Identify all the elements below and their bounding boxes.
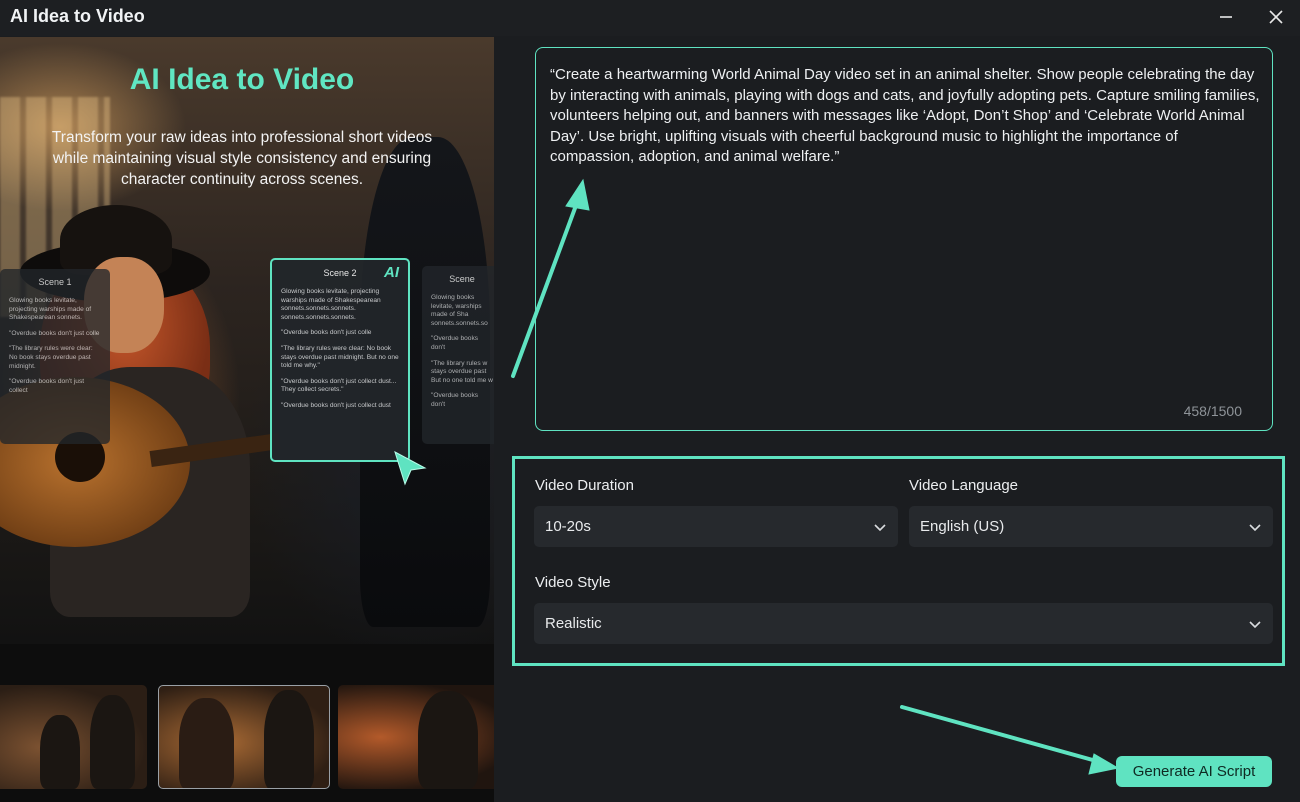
hero-panel: AI Idea to Video Transform your raw idea…: [0, 37, 494, 802]
scene-card-line: Glowing books levitate, projecting warsh…: [9, 297, 92, 322]
thumbnail-figure: [418, 691, 478, 789]
scene-card-header: Scene 2: [323, 268, 357, 278]
close-button[interactable]: [1261, 4, 1291, 30]
scene-card-line: "The library rules w stays overdue past …: [431, 359, 493, 384]
video-language-select[interactable]: English (US): [909, 506, 1273, 547]
scene-card-header: Scene 1: [38, 277, 72, 287]
thumbnail-figure: [179, 698, 234, 788]
window-title: AI Idea to Video: [10, 6, 145, 26]
thumbnail-figure: [90, 695, 135, 789]
minimize-button[interactable]: [1211, 4, 1241, 30]
scene-card-line: "Overdue books don't just collect: [9, 378, 85, 394]
thumbnail-2[interactable]: [158, 685, 330, 789]
scene-card-line: "The library rules were clear: No book s…: [281, 344, 399, 370]
video-style-value: Realistic: [545, 615, 602, 632]
video-language-value: English (US): [920, 518, 1005, 535]
hero-subtitle: Transform your raw ideas into profession…: [51, 129, 433, 188]
scene-card-line: "Overdue books don't just collect dust..…: [281, 377, 397, 394]
video-language-label: Video Language: [909, 477, 1018, 494]
scene-card-line: "The library rules were clear: No book s…: [9, 345, 93, 370]
title-bar: AI Idea to Video: [0, 0, 1300, 36]
video-duration-select[interactable]: 10-20s: [534, 506, 898, 547]
scene-card-line: Glowing books levitate, warships made of…: [431, 294, 488, 327]
thumbnail-strip: [0, 685, 494, 789]
close-icon: [1269, 10, 1283, 24]
scene-card-3: Scene Glowing books levitate, warships m…: [422, 266, 494, 444]
scene-card-1: Scene 1 Glowing books levitate, projecti…: [0, 269, 110, 444]
idea-prompt-textarea[interactable]: “Create a heartwarming World Animal Day …: [535, 47, 1273, 431]
video-duration-value: 10-20s: [545, 518, 591, 535]
video-style-label: Video Style: [535, 574, 611, 591]
scene-card-header: Scene: [449, 274, 475, 284]
character-count: 458/1500: [1183, 403, 1242, 419]
scene-card-line: "Overdue books don't just collect dust: [281, 401, 391, 409]
scene-card-line: Glowing books levitate, projecting warsh…: [281, 288, 381, 321]
scene-card-line: "Overdue books don't: [431, 392, 479, 408]
generate-ai-script-button[interactable]: Generate AI Script: [1116, 756, 1272, 787]
thumbnail-figure: [264, 690, 314, 788]
scene-card-line: "Overdue books don't just colle: [9, 329, 100, 337]
thumbnail-1[interactable]: [0, 685, 147, 789]
hero-title: AI Idea to Video: [129, 63, 355, 96]
scene-card-line: "Overdue books don't just colle: [281, 329, 372, 337]
chevron-down-icon: [873, 520, 887, 534]
scene-card-line: "Overdue books don't: [431, 335, 479, 351]
scene-card-2: AI Scene 2 Glowing books levitate, proje…: [270, 258, 410, 462]
video-style-select[interactable]: Realistic: [534, 603, 1273, 644]
arrow-to-generate: [900, 705, 1102, 764]
prompt-text[interactable]: “Create a heartwarming World Animal Day …: [550, 65, 1262, 168]
minimize-icon: [1220, 16, 1232, 18]
ai-badge: AI: [384, 264, 399, 281]
pointer-cursor-icon: [394, 450, 427, 486]
arrow-to-generate-head: [1088, 753, 1120, 775]
thumbnail-figure: [40, 715, 80, 789]
video-duration-label: Video Duration: [535, 477, 634, 494]
chevron-down-icon: [1248, 520, 1262, 534]
chevron-down-icon: [1248, 617, 1262, 631]
thumbnail-3[interactable]: [338, 685, 494, 789]
